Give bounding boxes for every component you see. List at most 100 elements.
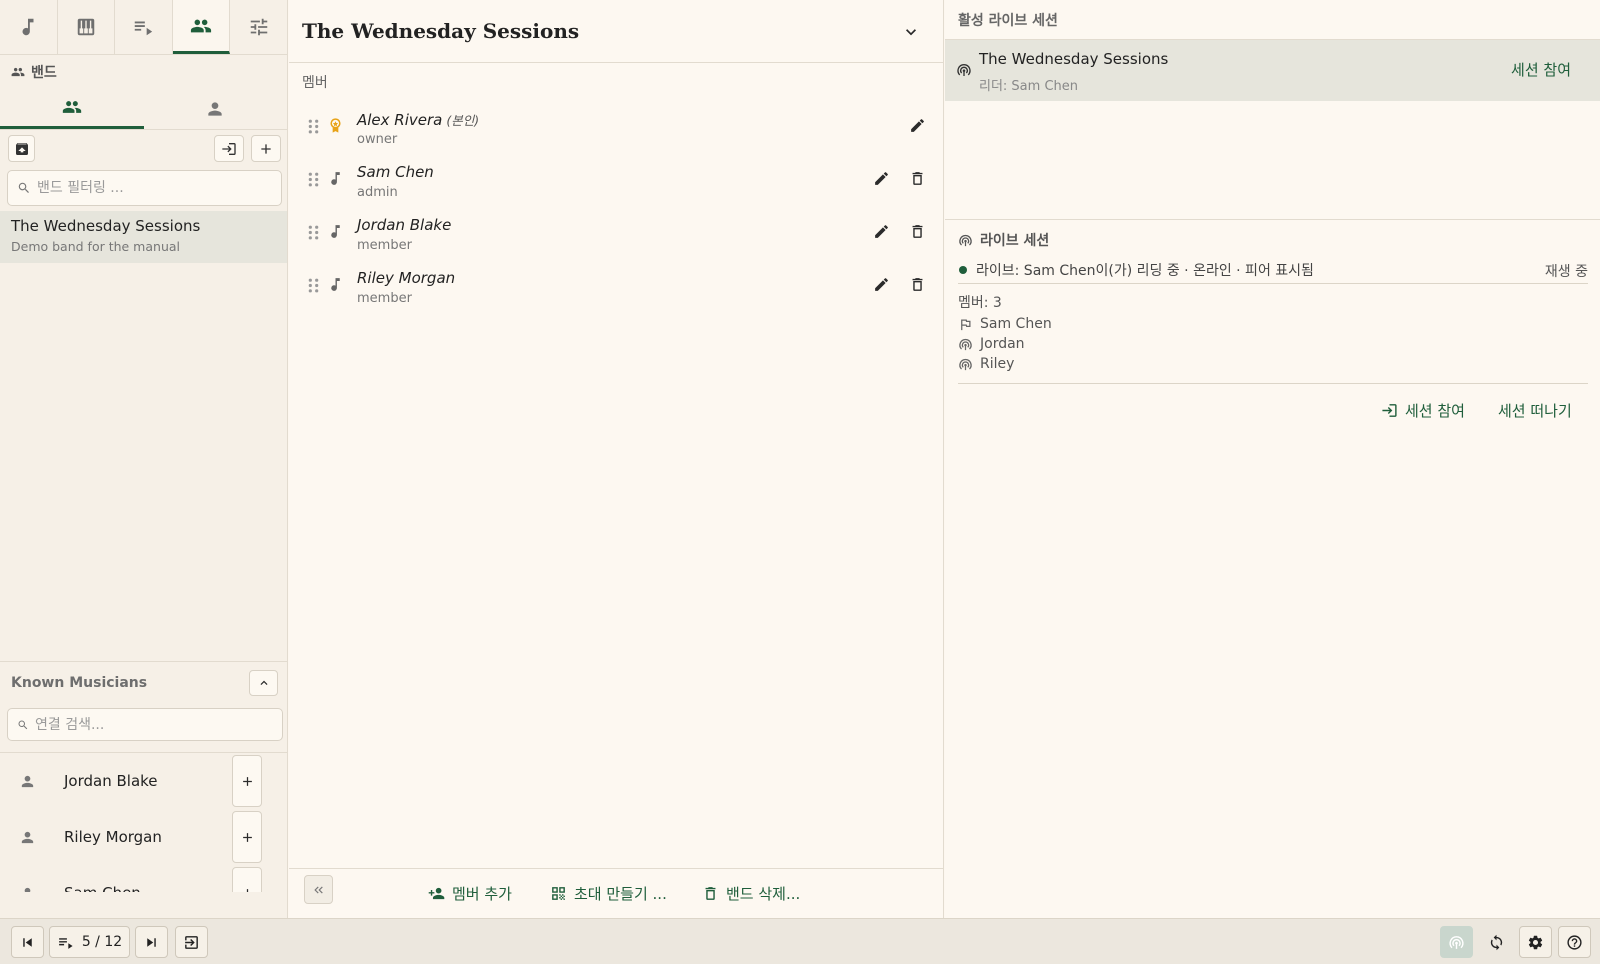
active-session-item[interactable]: The Wednesday Sessions 리더: Sam Chen 세션 참… [945,40,1600,101]
drag-handle-icon[interactable] [305,224,322,241]
member-count: 멤버: 3 [958,295,1002,311]
leave-session-label: 세션 떠나기 [1498,402,1572,420]
known-musicians-list: Jordan Blake Riley Morgan Sam Chen [0,752,287,892]
drag-handle-icon[interactable] [305,118,322,135]
help-button[interactable] [1558,926,1591,958]
live-session-toggle-button[interactable] [1440,926,1473,958]
double-chevron-left-icon [312,883,326,897]
band-name: The Wednesday Sessions [11,217,201,235]
connections-search[interactable] [7,708,283,741]
join-session-link[interactable]: 세션 참여 [1511,59,1571,80]
connections-search-input[interactable] [35,716,255,733]
sync-icon [1488,934,1505,951]
live-status-text: 라이브: Sam Chen이(가) 리딩 중 · 온라인 · 피어 표시됨 [976,262,1314,279]
edit-member-button[interactable] [873,276,890,293]
sync-button[interactable] [1480,926,1513,958]
person-icon [205,99,225,119]
add-member-button[interactable]: 멤버 추가 [428,883,512,904]
page-indicator: 5 / 12 [81,934,123,950]
table-row: Jordan Blake member [289,207,943,260]
tab-settings-mixer[interactable] [230,0,287,54]
edit-member-button[interactable] [873,223,890,240]
session-name: The Wednesday Sessions [979,50,1169,68]
add-musician-button[interactable] [232,811,262,863]
broadcast-icon [958,233,973,248]
plus-icon [240,774,255,789]
collapse-panel-button[interactable] [304,875,333,904]
piano-icon [75,16,97,38]
live-session-details: 라이브 세션 라이브: Sam Chen이(가) 리딩 중 · 온라인 · 피어… [945,219,1600,420]
music-note-icon [327,223,344,240]
drag-handle-icon[interactable] [305,171,322,188]
next-song-button[interactable] [135,926,168,958]
band-list-item[interactable]: The Wednesday Sessions Demo band for the… [0,211,287,263]
tune-icon [248,16,270,38]
chevron-down-icon[interactable] [901,22,921,42]
delete-band-button[interactable]: 밴드 삭제... [702,883,800,904]
musician-name: Sam Chen [64,884,141,892]
music-note-icon [327,170,344,187]
peer-name: Jordan [980,336,1025,352]
login-icon [221,141,237,157]
drag-handle-icon[interactable] [305,277,322,294]
band-detail-panel: The Wednesday Sessions 멤버 Alex Rivera (본인… [289,0,944,918]
skip-next-icon [143,934,160,951]
person-icon [19,829,36,846]
peer-name: Sam Chen [980,316,1052,332]
people-icon [190,15,212,37]
edit-member-button[interactable] [909,117,926,134]
playlist-icon [132,16,154,38]
self-tag: (본인) [446,113,480,128]
add-musician-button[interactable] [232,867,262,892]
tab-instrument[interactable] [58,0,116,54]
tab-setlist[interactable] [115,0,173,54]
add-member-label: 멤버 추가 [452,885,512,903]
logout-icon [183,934,200,951]
list-item: Jordan Blake [0,753,287,809]
tab-my-bands[interactable] [0,88,144,129]
tab-songs[interactable] [0,0,58,54]
member-name-text: Alex Rivera [357,111,443,129]
add-musician-button[interactable] [232,755,262,807]
live-session-title-text: 라이브 세션 [980,233,1050,249]
band-actions-footer: 멤버 추가 초대 만들기 ... 밴드 삭제... [289,868,943,918]
online-status-dot [959,265,967,274]
bands-sub-tabs [0,88,287,130]
bottom-toolbar: 5 / 12 [0,918,1600,964]
person-icon [19,773,36,790]
delete-member-button[interactable] [909,276,926,293]
delete-member-button[interactable] [909,170,926,187]
make-invite-label: 초대 만들기 ... [574,885,667,903]
delete-member-button[interactable] [909,223,926,240]
archive-button[interactable] [8,135,35,162]
member-name: Sam Chen [357,163,434,181]
add-band-button[interactable] [251,135,281,162]
plus-icon [240,830,255,845]
search-icon [17,719,29,731]
table-row: Sam Chen admin [289,154,943,207]
tab-profile[interactable] [144,88,288,129]
leave-session-button[interactable]: 세션 떠나기 [1498,400,1572,421]
settings-button[interactable] [1519,926,1552,958]
broadcast-icon [958,357,973,372]
people-icon [11,65,25,79]
person-icon [19,885,36,892]
known-musicians-collapse-button[interactable] [249,670,278,696]
members-label: 멤버 [302,75,328,91]
setlist-position-button[interactable]: 5 / 12 [49,926,130,958]
tab-bands[interactable] [172,0,231,54]
previous-song-button[interactable] [11,926,44,958]
exit-button[interactable] [175,926,208,958]
owner-badge-icon [327,117,344,134]
qr-code-icon [550,885,567,902]
edit-member-button[interactable] [873,170,890,187]
band-filter-input[interactable] [37,180,257,196]
band-filter-search[interactable] [7,170,282,206]
import-band-button[interactable] [214,135,244,162]
join-session-button[interactable]: 세션 참여 [1381,400,1465,421]
active-sessions-label: 활성 라이브 세션 [945,0,1600,40]
list-item: Sam Chen [958,314,1588,334]
table-row: Riley Morgan member [289,260,943,313]
bands-section-header: 밴드 [0,55,287,88]
make-invite-button[interactable]: 초대 만들기 ... [550,883,667,904]
